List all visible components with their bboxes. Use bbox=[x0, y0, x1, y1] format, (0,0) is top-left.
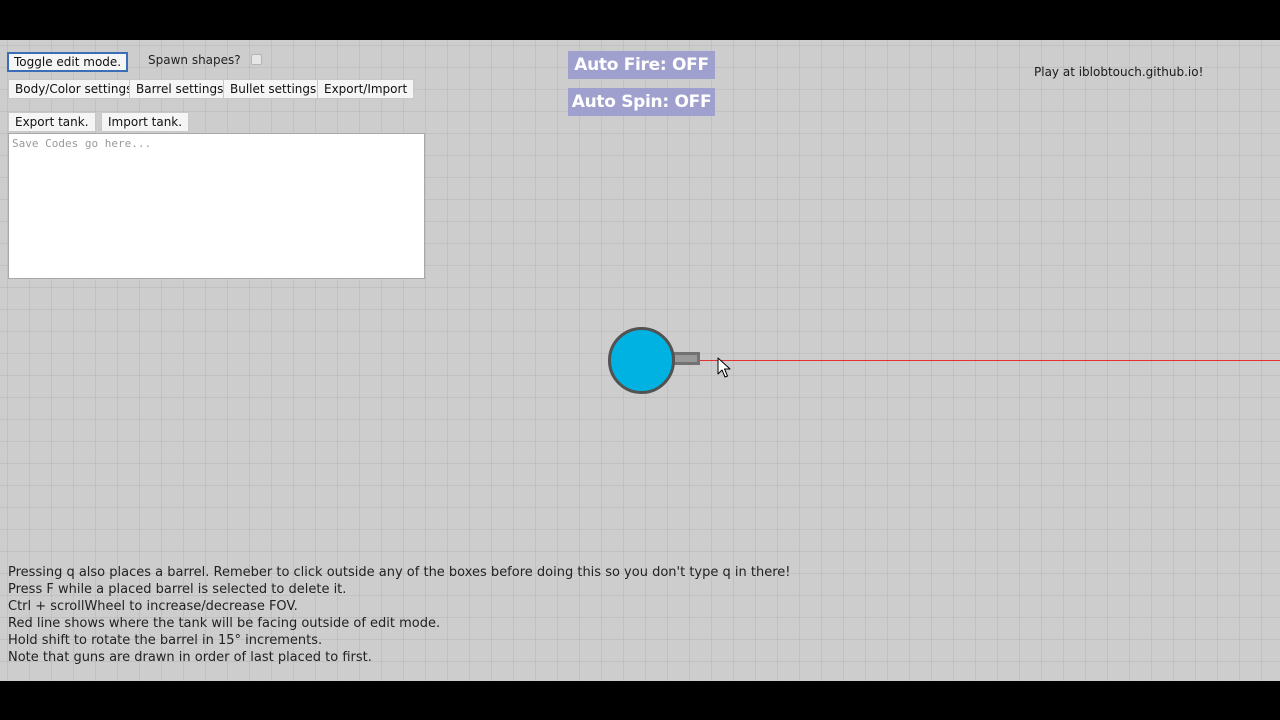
play-link[interactable]: Play at iblobtouch.github.io! bbox=[1034, 65, 1203, 79]
barrel-settings-button[interactable]: Barrel settings bbox=[129, 79, 231, 99]
save-codes-textarea[interactable] bbox=[8, 133, 425, 279]
instruction-line: Press F while a placed barrel is selecte… bbox=[8, 582, 347, 597]
arrow-cursor-icon bbox=[717, 357, 731, 378]
toggle-edit-mode-button[interactable]: Toggle edit mode. bbox=[7, 52, 129, 72]
instructions-text: Pressing q also places a barrel. Remeber… bbox=[8, 564, 790, 666]
tank-body[interactable] bbox=[608, 327, 675, 394]
auto-spin-toggle[interactable]: Auto Spin: OFF bbox=[568, 88, 715, 116]
body-color-settings-button[interactable]: Body/Color settings bbox=[8, 79, 140, 99]
auto-fire-toggle[interactable]: Auto Fire: OFF bbox=[568, 51, 715, 79]
bullet-settings-button[interactable]: Bullet settings bbox=[223, 79, 324, 99]
instruction-line: Hold shift to rotate the barrel in 15° i… bbox=[8, 633, 323, 648]
instruction-line: Note that guns are drawn in order of las… bbox=[8, 650, 372, 665]
spawn-shapes-checkbox[interactable] bbox=[251, 54, 262, 65]
aim-direction-line bbox=[700, 360, 1280, 361]
instruction-line: Ctrl + scrollWheel to increase/decrease … bbox=[8, 599, 298, 614]
export-import-button[interactable]: Export/Import bbox=[317, 79, 415, 99]
instruction-line: Red line shows where the tank will be fa… bbox=[8, 616, 441, 631]
letterbox-top bbox=[0, 0, 1280, 40]
spawn-shapes-label: Spawn shapes? bbox=[148, 53, 241, 67]
game-canvas[interactable]: Toggle edit mode. Spawn shapes? Body/Col… bbox=[0, 40, 1280, 681]
letterbox-bottom bbox=[0, 681, 1280, 720]
import-tank-button[interactable]: Import tank. bbox=[101, 112, 190, 132]
export-tank-button[interactable]: Export tank. bbox=[8, 112, 96, 132]
tank-barrel[interactable] bbox=[672, 352, 700, 365]
instruction-line: Pressing q also places a barrel. Remeber… bbox=[8, 565, 791, 580]
